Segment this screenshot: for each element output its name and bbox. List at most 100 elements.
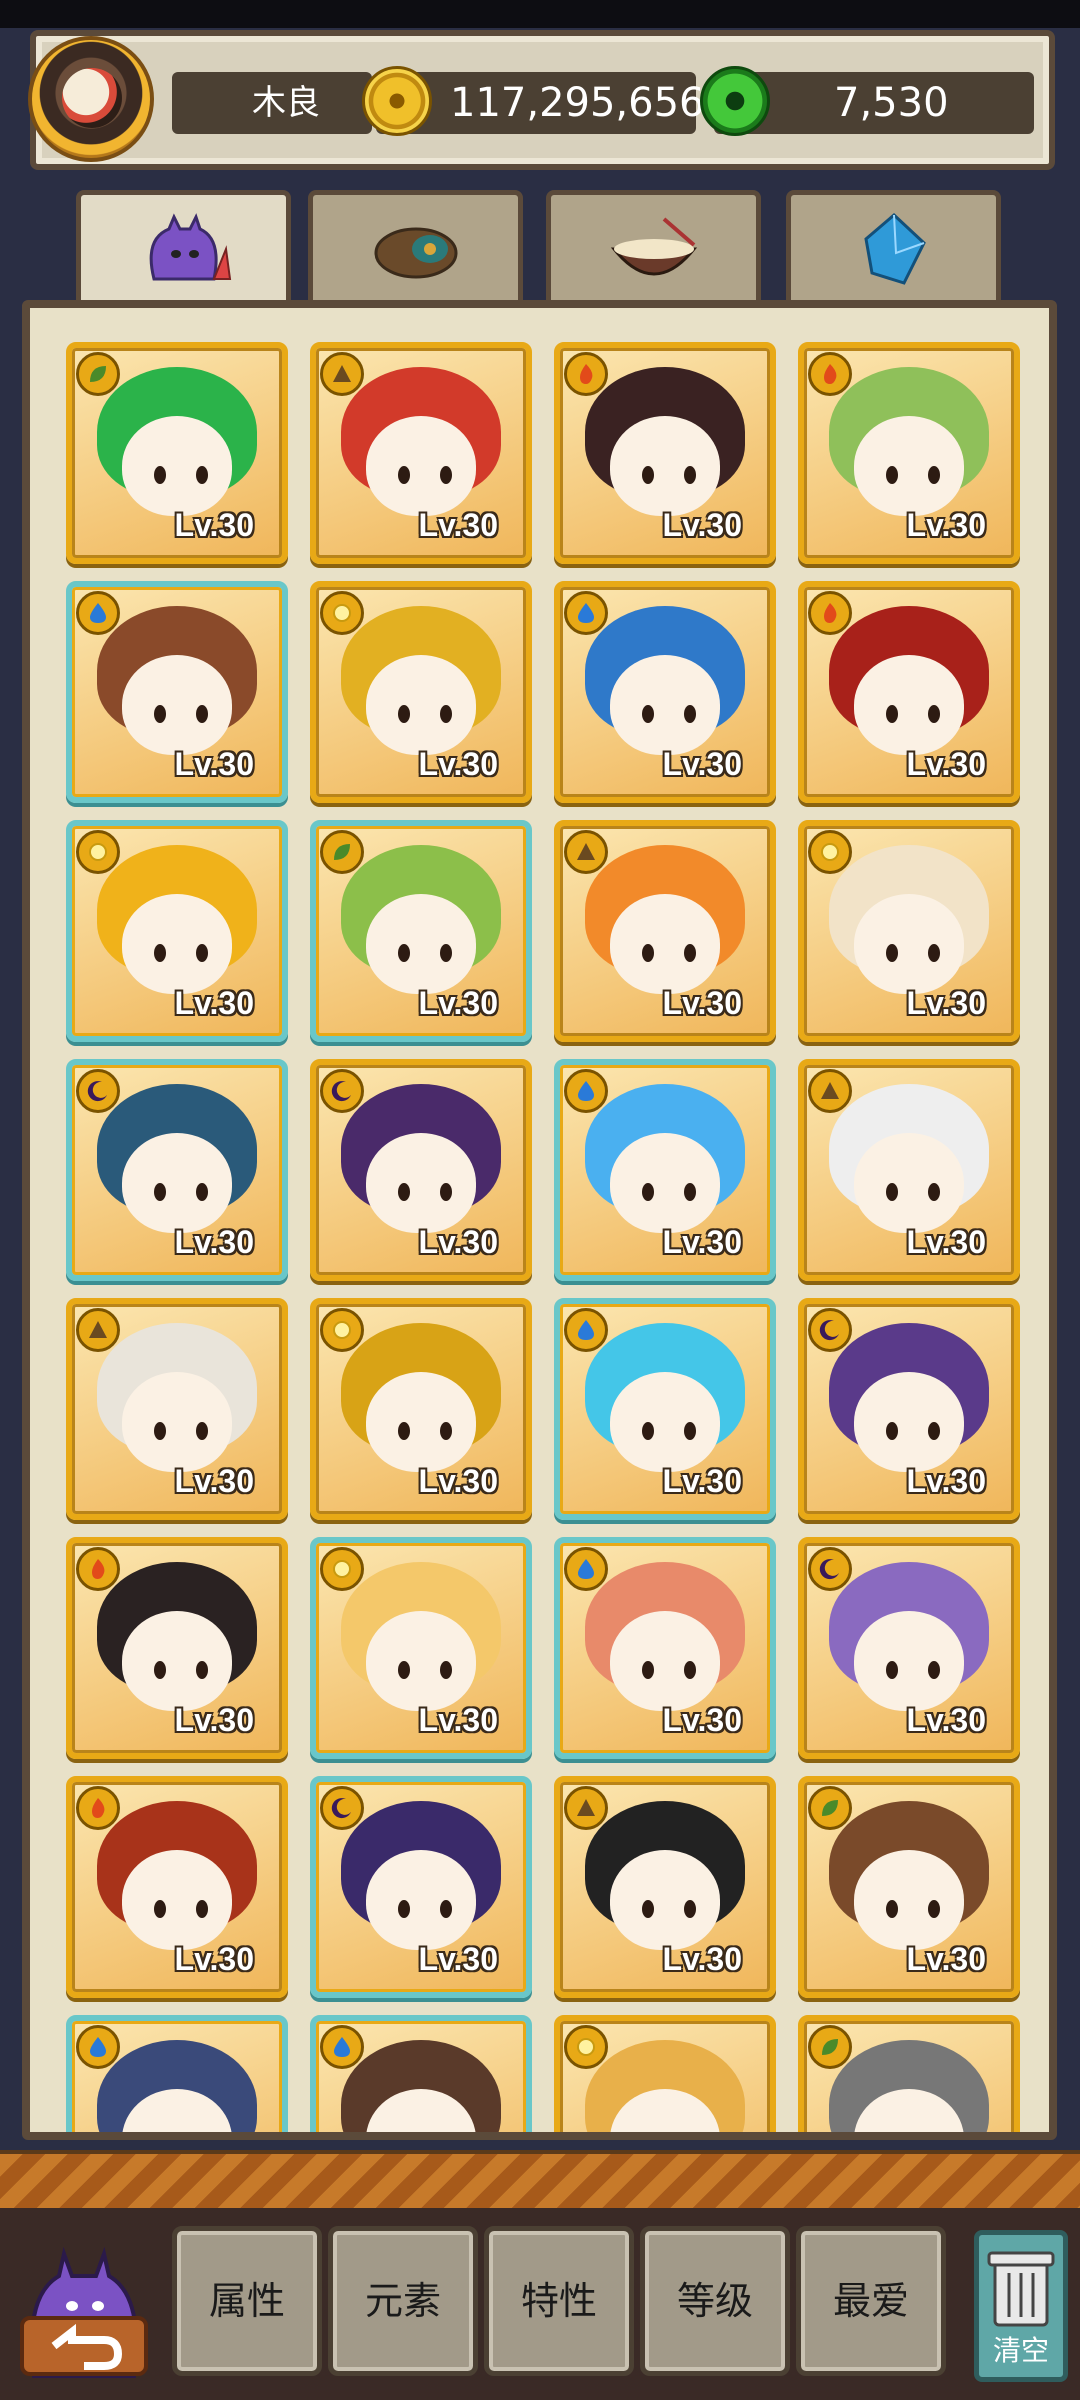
dark-icon (320, 1069, 364, 1113)
level-label: Lv.30 (418, 1224, 498, 1260)
character-card[interactable]: Lv.30 (310, 1059, 532, 1281)
level-label: Lv.30 (906, 1941, 986, 1977)
gem-icon (700, 66, 770, 136)
fire-icon (76, 1547, 120, 1591)
character-card[interactable]: Lv.30 (310, 820, 532, 1042)
back-button[interactable] (14, 2236, 154, 2386)
character-card[interactable]: Lv.30 (310, 1298, 532, 1520)
level-label: Lv.30 (906, 1224, 986, 1260)
player-name: 木良 (252, 83, 320, 123)
character-card[interactable]: Lv.30 (798, 1537, 1020, 1759)
level-label: Lv.30 (906, 1463, 986, 1499)
bottom-toolbar: 属性 元素 特性 等级 最爱 清空 (0, 2208, 1080, 2400)
water-icon (76, 591, 120, 635)
character-card[interactable]: Lv.30 (554, 1537, 776, 1759)
level-label: Lv.30 (906, 1702, 986, 1738)
light-icon (808, 830, 852, 874)
level-label: Lv.30 (662, 1702, 742, 1738)
character-card[interactable]: Lv.30 (798, 1059, 1020, 1281)
leaf-icon (808, 1786, 852, 1830)
level-label: Lv.30 (662, 1463, 742, 1499)
level-label: Lv.30 (174, 1224, 254, 1260)
level-label: Lv.30 (662, 507, 742, 543)
character-card[interactable]: Lv.30 (66, 342, 288, 564)
character-card[interactable]: Lv.30 (66, 1537, 288, 1759)
level-label: Lv.30 (174, 1941, 254, 1977)
level-label: Lv.30 (662, 985, 742, 1021)
level-label: Lv.30 (418, 1463, 498, 1499)
gem-counter: 7,530 (700, 66, 1034, 136)
leaf-icon (76, 352, 120, 396)
character-card[interactable]: Lv.30 (554, 1298, 776, 1520)
water-icon (564, 1547, 608, 1591)
pinecone-icon (374, 227, 457, 279)
character-card[interactable]: Lv.30 (310, 1537, 532, 1759)
earth-icon (320, 352, 364, 396)
gold-counter: 117,295,656 (362, 66, 704, 136)
character-card[interactable]: Lv.30 (66, 1298, 288, 1520)
fire-icon (808, 352, 852, 396)
character-card[interactable] (554, 2015, 776, 2132)
filter-attribute-button[interactable]: 属性 (172, 2226, 322, 2376)
earth-icon (76, 1308, 120, 1352)
filter-favorite-button[interactable]: 最爱 (796, 2226, 946, 2376)
character-card[interactable]: Lv.30 (310, 1776, 532, 1998)
water-icon (76, 2025, 120, 2069)
filter-level-button[interactable]: 等级 (640, 2226, 790, 2376)
coin-icon (362, 66, 432, 136)
tab-crystals[interactable] (786, 190, 1001, 302)
filter-element-button[interactable]: 元素 (328, 2226, 478, 2376)
water-icon (564, 591, 608, 635)
character-card[interactable]: Lv.30 (66, 820, 288, 1042)
wood-divider (0, 2150, 1080, 2212)
character-card[interactable]: Lv.30 (798, 581, 1020, 803)
ramen-bowl-icon (610, 217, 697, 276)
character-card[interactable]: Lv.30 (554, 1059, 776, 1281)
level-label: Lv.30 (906, 507, 986, 543)
light-icon (320, 591, 364, 635)
filter-trait-button[interactable]: 特性 (484, 2226, 634, 2376)
character-card[interactable]: Lv.30 (66, 1776, 288, 1998)
character-card[interactable]: Lv.30 (310, 342, 532, 564)
resource-header: 木良 117,295,656 7,530 (28, 30, 1055, 170)
level-label: Lv.30 (418, 507, 498, 543)
character-card[interactable]: Lv.30 (798, 342, 1020, 564)
water-icon (564, 1308, 608, 1352)
character-card[interactable] (66, 2015, 288, 2132)
earth-icon (564, 1786, 608, 1830)
player-name-box: 木良 (172, 72, 372, 134)
character-card[interactable]: Lv.30 (554, 581, 776, 803)
level-label: Lv.30 (418, 1702, 498, 1738)
character-card[interactable] (310, 2015, 532, 2132)
level-label: Lv.30 (418, 1941, 498, 1977)
earth-icon (808, 1069, 852, 1113)
tab-items[interactable] (308, 190, 523, 302)
character-card[interactable]: Lv.30 (66, 581, 288, 803)
avatar-face (62, 68, 122, 128)
dark-icon (320, 1786, 364, 1830)
level-label: Lv.30 (174, 985, 254, 1021)
tab-food[interactable] (546, 190, 761, 302)
character-card[interactable]: Lv.30 (310, 581, 532, 803)
light-icon (320, 1308, 364, 1352)
character-card[interactable]: Lv.30 (554, 1776, 776, 1998)
status-bar (0, 0, 1080, 28)
character-card[interactable]: Lv.30 (798, 1776, 1020, 1998)
level-label: Lv.30 (662, 746, 742, 782)
character-card[interactable]: Lv.30 (554, 820, 776, 1042)
character-card[interactable]: Lv.30 (798, 1298, 1020, 1520)
character-card[interactable]: Lv.30 (554, 342, 776, 564)
clear-button[interactable]: 清空 (974, 2230, 1068, 2382)
character-card[interactable]: Lv.30 (66, 1059, 288, 1281)
water-icon (320, 2025, 364, 2069)
water-icon (564, 1069, 608, 1113)
monster-icon (149, 213, 231, 281)
level-label: Lv.30 (418, 746, 498, 782)
level-label: Lv.30 (906, 746, 986, 782)
dark-icon (808, 1308, 852, 1352)
character-card[interactable] (798, 2015, 1020, 2132)
monster-back-icon (20, 2246, 148, 2378)
player-avatar[interactable] (28, 36, 154, 162)
character-card[interactable]: Lv.30 (798, 820, 1020, 1042)
tab-monsters[interactable] (76, 190, 291, 312)
